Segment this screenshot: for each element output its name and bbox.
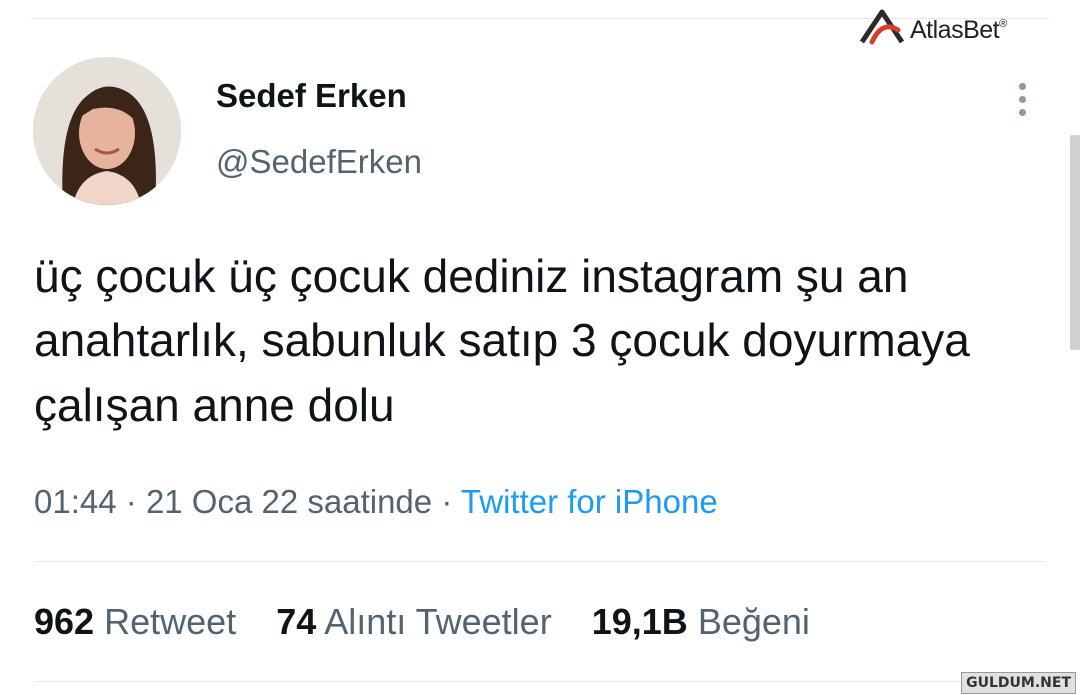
likes-label: Beğeni [697,601,810,642]
retweet-label: Retweet [104,601,237,642]
tweet-time[interactable]: 01:44 [34,483,117,520]
more-dot [1019,109,1026,116]
stats-top-divider [34,561,1046,562]
quote-label: Alıntı Tweetler [324,601,552,642]
tweet-source-link[interactable]: Twitter for iPhone [461,483,718,520]
atlasbet-logo-icon [859,9,905,45]
author-name[interactable]: Sedef Erken [216,77,407,115]
quote-count: 74 [276,601,317,642]
likes-stat[interactable]: 19,1B Beğeni [592,601,810,643]
tweet-date[interactable]: 21 Oca 22 saatinde [146,483,432,520]
meta-separator: · [441,483,453,520]
retweet-count: 962 [34,601,95,642]
more-dot [1019,96,1026,103]
avatar[interactable] [33,57,181,205]
stats-bottom-divider [34,681,1046,682]
likes-count: 19,1B [591,601,688,642]
profile-photo [33,57,181,205]
more-dot [1019,83,1026,90]
more-options-button[interactable] [1008,80,1038,120]
quote-tweets-stat[interactable]: 74 Alıntı Tweetler [276,601,552,643]
author-handle[interactable]: @SedefErken [216,143,422,181]
retweet-stat[interactable]: 962 Retweet [34,601,236,643]
watermark-registered: ® [999,18,1007,30]
tweet-text: üç çocuk üç çocuk dediniz instagram şu a… [34,250,970,431]
meta-separator: · [125,483,137,520]
tweet-meta: 01:44 · 21 Oca 22 saatinde · Twitter for… [34,483,718,521]
site-watermark: GULDUM.NET [961,672,1076,694]
scrollbar[interactable] [1070,135,1080,350]
watermark-text: AtlasBet® [910,16,1007,45]
watermark-brand: AtlasBet [910,16,1000,44]
atlasbet-watermark: AtlasBet® [858,6,1033,46]
tweet-stats: 962 Retweet 74 Alıntı Tweetler 19,1B Beğ… [34,601,840,643]
